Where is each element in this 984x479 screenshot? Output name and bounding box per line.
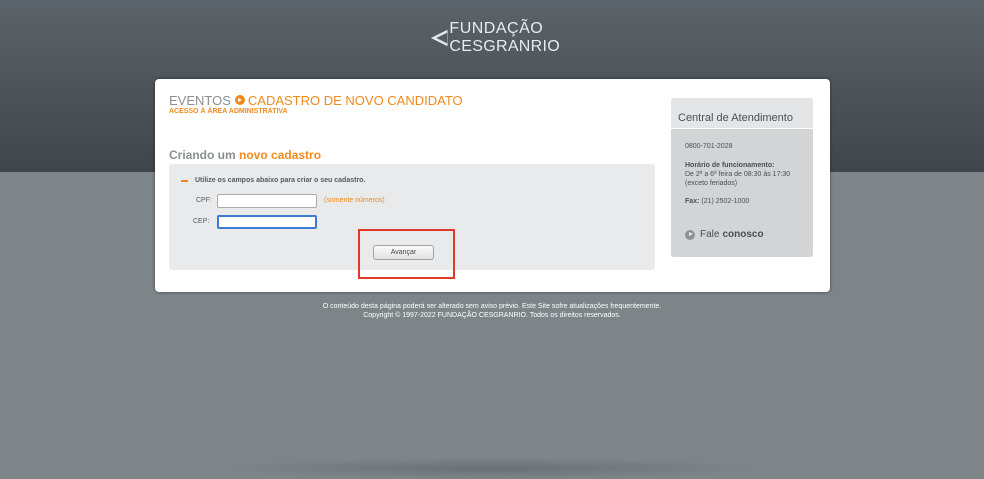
highlight-box	[358, 229, 455, 279]
hours-note: (exceto feriados)	[685, 180, 738, 187]
contact-prefix: Fale	[700, 229, 720, 240]
breadcrumb-arrow-icon	[234, 95, 245, 105]
cpf-field[interactable]	[217, 194, 317, 208]
cesgranrio-logo[interactable]: FUNDAÇÃO CESGRANRIO	[430, 16, 560, 60]
cpf-label: CPF:	[196, 197, 212, 204]
cep-label: CEP:	[193, 218, 210, 225]
footer-copyright: Copyright © 1997-2022 FUNDAÇÃO CESGRANRI…	[363, 312, 621, 319]
page-subtitle: ACESSO À ÁREA ADMINISTRATIVA	[169, 108, 288, 115]
main-card: EVENTOS CADASTRO DE NOVO CANDIDATO ACESSO…	[155, 79, 830, 292]
form-instruction: Utilize os campos abaixo para criar o se…	[181, 177, 365, 184]
logo-arrow-icon	[430, 29, 448, 47]
section-title-highlight: novo cadastro	[239, 148, 322, 162]
bottom-shadow	[220, 458, 760, 479]
hours-value: De 2ª a 6ª feira de 08:30 às 17:30	[685, 171, 791, 178]
cep-field[interactable]	[217, 215, 317, 229]
fale-conosco-link[interactable]: Fale conosco	[685, 229, 764, 240]
logo-line2: CESGRANRIO	[449, 38, 560, 55]
dash-icon	[181, 179, 188, 182]
section-title-prefix: Criando um	[169, 148, 236, 162]
arrow-right-icon	[685, 229, 695, 240]
hours-title: Horário de funcionamento:	[685, 162, 775, 169]
contact-bold: conosco	[722, 229, 764, 240]
footer-notice: O conteúdo desta página poderá ser alter…	[322, 303, 662, 310]
section-title: Criando um novo cadastro	[169, 148, 321, 162]
cpf-hint: (somente números)	[324, 197, 385, 204]
page-footer: O conteúdo desta página poderá ser alter…	[0, 302, 984, 320]
breadcrumb-eventos[interactable]: EVENTOS	[169, 93, 231, 108]
logo-line1: FUNDAÇÃO	[449, 20, 544, 37]
support-phone: 0800-701-2028	[685, 143, 733, 150]
page-title: CADASTRO DE NOVO CANDIDATO	[247, 93, 463, 108]
fax-label: Fax:	[685, 198, 700, 205]
page-header: EVENTOS CADASTRO DE NOVO CANDIDATO	[169, 93, 463, 108]
support-fax: Fax: (21) 2502-1000	[685, 198, 749, 205]
support-panel: Central de Atendimento 0800-701-2028 Hor…	[671, 98, 813, 257]
support-title: Central de Atendimento	[678, 112, 793, 124]
instruction-text: Utilize os campos abaixo para criar o se…	[195, 177, 366, 184]
fax-value: (21) 2502-1000	[701, 198, 750, 205]
